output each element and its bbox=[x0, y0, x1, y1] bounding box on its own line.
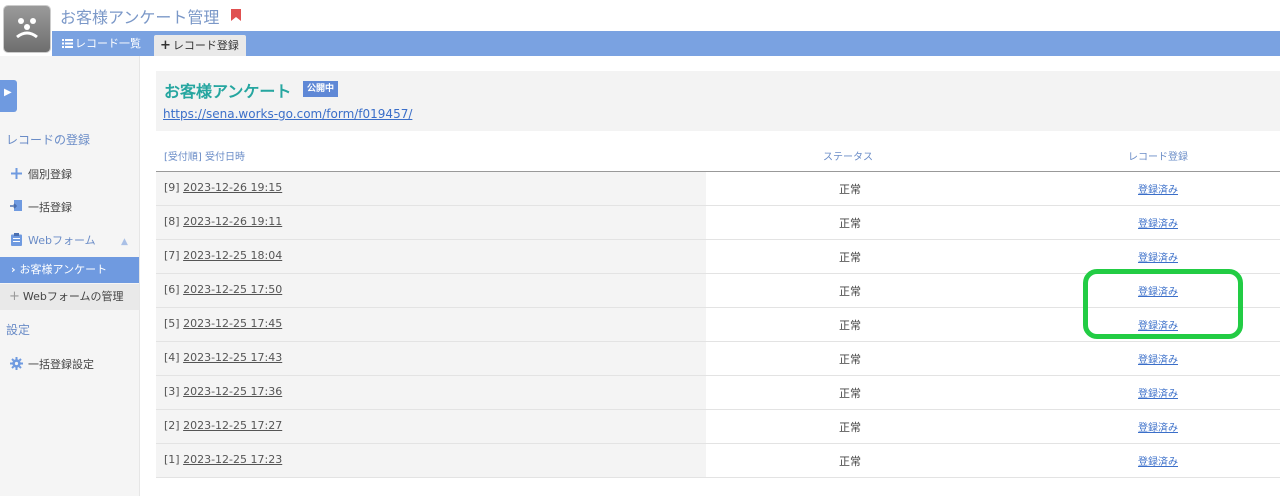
plus-icon: + bbox=[9, 289, 20, 304]
sidebar-section-settings: 設定 bbox=[6, 323, 31, 337]
highlight-annotation bbox=[1083, 269, 1243, 339]
sidebar-item-individual-register[interactable]: 個別登録 bbox=[9, 166, 72, 182]
sidebar-item-bulk-register[interactable]: 一括登録 bbox=[9, 199, 72, 216]
row-order: [7] bbox=[164, 249, 180, 262]
gear-icon bbox=[9, 357, 23, 373]
row-order: [3] bbox=[164, 385, 180, 398]
row-datetime-link[interactable]: 2023-12-25 17:27 bbox=[183, 419, 282, 432]
import-icon bbox=[9, 200, 23, 216]
sidebar-item-webform-manage[interactable]: + Webフォームの管理 bbox=[0, 284, 139, 310]
row-registration-link[interactable]: 登録済み bbox=[1138, 215, 1178, 230]
row-datetime-cell: [9] 2023-12-26 19:15 bbox=[164, 181, 282, 194]
row-status: 正常 bbox=[839, 319, 861, 332]
table-row: [1] 2023-12-25 17:23 正常 登録済み bbox=[156, 444, 1280, 478]
row-status: 正常 bbox=[839, 285, 861, 298]
row-datetime-cell: [5] 2023-12-25 17:45 bbox=[164, 317, 282, 330]
table-header: [受付順] 受付日時 ステータス レコード登録 bbox=[156, 140, 1280, 172]
sidebar-item-webform[interactable]: Webフォーム bbox=[9, 232, 96, 249]
row-datetime-link[interactable]: 2023-12-25 17:43 bbox=[183, 351, 282, 364]
app-logo bbox=[4, 6, 50, 52]
form-title: お客様アンケート bbox=[164, 82, 292, 101]
row-datetime-cell: [6] 2023-12-25 17:50 bbox=[164, 283, 282, 296]
tab-record-register[interactable]: + レコード登録 bbox=[154, 35, 246, 56]
sidebar-item-label: Webフォーム bbox=[28, 234, 96, 247]
plus-icon: + bbox=[160, 38, 171, 53]
table-row: [9] 2023-12-26 19:15 正常 登録済み bbox=[156, 172, 1280, 206]
tab-record-list[interactable]: レコード一覧 bbox=[62, 31, 141, 56]
chevron-up-icon[interactable]: ▲ bbox=[121, 237, 128, 247]
row-datetime-link[interactable]: 2023-12-25 18:04 bbox=[183, 249, 282, 262]
sidebar-item-label: Webフォームの管理 bbox=[22, 290, 124, 303]
row-status: 正常 bbox=[839, 455, 861, 468]
row-status: 正常 bbox=[839, 251, 861, 264]
sidebar-item-label: 一括登録設定 bbox=[28, 358, 94, 371]
form-header: お客様アンケート 公開中 https://sena.works-go.com/f… bbox=[156, 71, 1280, 131]
sidebar-section-register: レコードの登録 bbox=[6, 133, 91, 147]
plus-icon bbox=[9, 168, 23, 182]
row-datetime-cell: [2] 2023-12-25 17:27 bbox=[164, 419, 282, 432]
sidebar-item-label: 個別登録 bbox=[28, 168, 72, 181]
tab-bar: レコード一覧 + レコード登録 bbox=[52, 31, 1280, 56]
row-datetime-link[interactable]: 2023-12-25 17:36 bbox=[183, 385, 282, 398]
app-logo-icon bbox=[16, 18, 38, 39]
row-status: 正常 bbox=[839, 217, 861, 230]
row-datetime-link[interactable]: 2023-12-25 17:45 bbox=[183, 317, 282, 330]
bookmark-icon[interactable] bbox=[231, 9, 241, 21]
row-datetime-link[interactable]: 2023-12-25 17:50 bbox=[183, 283, 282, 296]
chevron-right-icon: › bbox=[11, 263, 16, 276]
row-order: [2] bbox=[164, 419, 180, 432]
sidebar-item-bulk-settings[interactable]: 一括登録設定 bbox=[9, 356, 94, 373]
sidebar-item-label: 一括登録 bbox=[28, 201, 72, 214]
row-order: [9] bbox=[164, 181, 180, 194]
table-row: [2] 2023-12-25 17:27 正常 登録済み bbox=[156, 410, 1280, 444]
row-datetime-cell: [7] 2023-12-25 18:04 bbox=[164, 249, 282, 262]
row-order: [6] bbox=[164, 283, 180, 296]
column-header-datetime[interactable]: [受付順] 受付日時 bbox=[164, 148, 245, 163]
status-badge: 公開中 bbox=[303, 81, 339, 97]
row-datetime-cell: [4] 2023-12-25 17:43 bbox=[164, 351, 282, 364]
table-row: [3] 2023-12-25 17:36 正常 登録済み bbox=[156, 376, 1280, 410]
row-registration-link[interactable]: 登録済み bbox=[1138, 351, 1178, 366]
row-status: 正常 bbox=[839, 353, 861, 366]
row-datetime-link[interactable]: 2023-12-26 19:15 bbox=[183, 181, 282, 194]
app-title: お客様アンケート管理 bbox=[60, 8, 220, 27]
sidebar-item-customer-survey[interactable]: › お客様アンケート bbox=[0, 257, 139, 283]
row-registration-link[interactable]: 登録済み bbox=[1138, 453, 1178, 468]
clipboard-icon bbox=[9, 233, 23, 249]
row-status: 正常 bbox=[839, 387, 861, 400]
row-order: [5] bbox=[164, 317, 180, 330]
row-registration-link[interactable]: 登録済み bbox=[1138, 181, 1178, 196]
row-datetime-cell: [1] 2023-12-25 17:23 bbox=[164, 453, 282, 466]
sidebar-toggle-button[interactable]: ▶ bbox=[0, 80, 17, 112]
row-datetime-link[interactable]: 2023-12-25 17:23 bbox=[183, 453, 282, 466]
list-icon bbox=[62, 39, 73, 48]
tab-record-register-label: レコード登録 bbox=[172, 39, 239, 52]
row-datetime-link[interactable]: 2023-12-26 19:11 bbox=[183, 215, 282, 228]
form-url-link[interactable]: https://sena.works-go.com/form/f019457/ bbox=[163, 107, 412, 121]
row-registration-link[interactable]: 登録済み bbox=[1138, 419, 1178, 434]
column-header-status: ステータス bbox=[823, 152, 873, 163]
sidebar-item-label: お客様アンケート bbox=[19, 263, 108, 276]
table-row: [8] 2023-12-26 19:11 正常 登録済み bbox=[156, 206, 1280, 240]
row-status: 正常 bbox=[839, 183, 861, 196]
chevron-right-icon: ▶ bbox=[4, 87, 12, 98]
row-registration-link[interactable]: 登録済み bbox=[1138, 385, 1178, 400]
row-order: [8] bbox=[164, 215, 180, 228]
row-order: [4] bbox=[164, 351, 180, 364]
sidebar: ▶ レコードの登録 個別登録 一括登録 Webフォーム ▲ › お客様アンケート … bbox=[0, 56, 140, 496]
row-datetime-cell: [8] 2023-12-26 19:11 bbox=[164, 215, 282, 228]
tab-record-list-label: レコード一覧 bbox=[75, 37, 141, 50]
row-order: [1] bbox=[164, 453, 180, 466]
row-registration-link[interactable]: 登録済み bbox=[1138, 249, 1178, 264]
column-header-registration: レコード登録 bbox=[1128, 152, 1188, 163]
table-row: [4] 2023-12-25 17:43 正常 登録済み bbox=[156, 342, 1280, 376]
row-status: 正常 bbox=[839, 421, 861, 434]
row-datetime-cell: [3] 2023-12-25 17:36 bbox=[164, 385, 282, 398]
